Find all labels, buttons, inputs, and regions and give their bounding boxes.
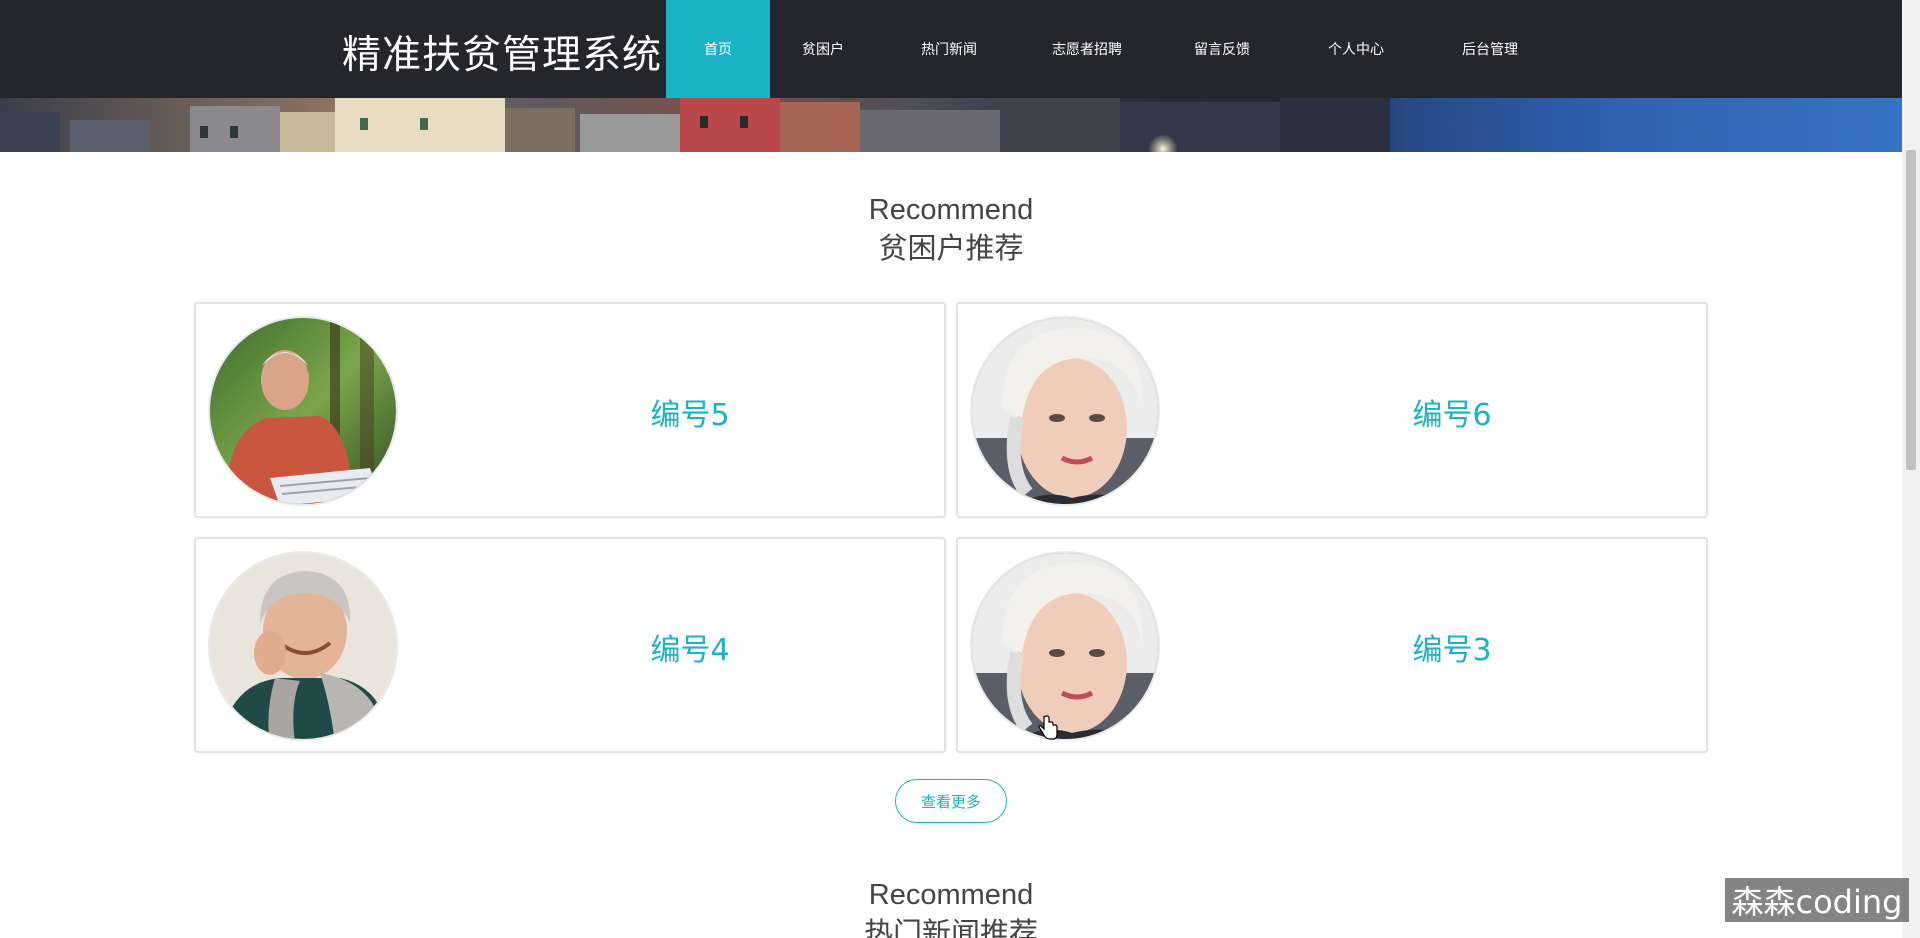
nav-item-hot-news[interactable]: 热门新闻 [876,0,1022,98]
nav-item-personal-center[interactable]: 个人中心 [1292,0,1420,98]
avatar[interactable] [208,551,398,741]
household-card-title[interactable]: 编号3 [1198,539,1706,755]
site-title[interactable]: 精准扶贫管理系统 [342,24,662,80]
page: 精准扶贫管理系统 首页 贫困户 热门新闻 志愿者招聘 留言反馈 个人中心 后台管… [0,0,1920,938]
section-heading-hot-news: Recommend 热门新闻推荐 [0,877,1902,938]
smiling-elderly-woman-icon [210,553,396,739]
avatar[interactable] [970,551,1160,741]
section-heading-cn: 热门新闻推荐 [863,916,1038,938]
household-card[interactable]: 编号3 [956,537,1708,753]
section-heading-cn: 贫困户推荐 [878,231,1024,265]
nav-item-poor-households[interactable]: 贫困户 [770,0,876,98]
household-card-title[interactable]: 编号4 [436,539,944,755]
nav-item-volunteer-recruitment[interactable]: 志愿者招聘 [1022,0,1152,98]
watermark: 森森coding [1725,878,1909,922]
household-card-title[interactable]: 编号5 [436,304,944,520]
section-heading-en: Recommend [868,879,1034,911]
scrollbar-thumb[interactable] [1906,150,1916,470]
nav-item-feedback[interactable]: 留言反馈 [1152,0,1292,98]
view-more-button[interactable]: 查看更多 [895,779,1007,823]
household-card[interactable]: 编号5 [194,302,946,518]
banner-image [0,98,1902,152]
hand-cursor-icon [1038,715,1058,745]
section-heading-poor-households: Recommend 贫困户推荐 [0,192,1902,268]
section-heading-en: Recommend [868,194,1034,226]
elderly-woman-portrait-icon [972,553,1158,739]
page-scrollbar[interactable] [1902,0,1920,938]
top-navbar: 精准扶贫管理系统 首页 贫困户 热门新闻 志愿者招聘 留言反馈 个人中心 后台管… [0,0,1902,98]
household-card-title[interactable]: 编号6 [1198,304,1706,520]
nav-item-admin[interactable]: 后台管理 [1420,0,1560,98]
elderly-woman-portrait-icon [972,318,1158,504]
household-card[interactable]: 编号6 [956,302,1708,518]
elderly-man-reading-icon [210,318,396,504]
household-card[interactable]: 编号4 [194,537,946,753]
main-nav: 首页 贫困户 热门新闻 志愿者招聘 留言反馈 个人中心 后台管理 [666,0,1560,98]
nav-item-home[interactable]: 首页 [666,0,770,98]
avatar[interactable] [970,316,1160,506]
avatar[interactable] [208,316,398,506]
